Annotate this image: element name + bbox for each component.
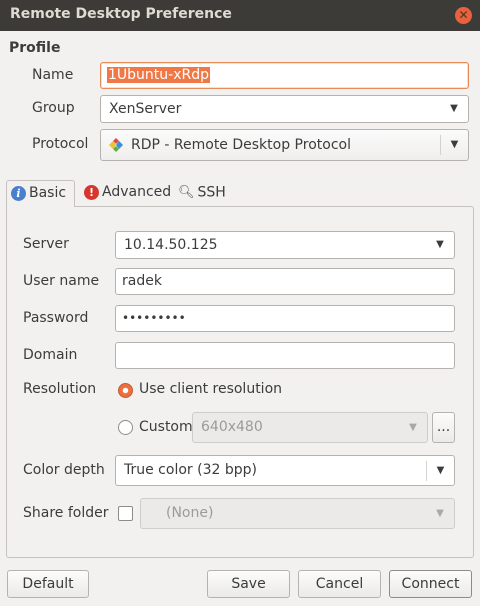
chevron-down-icon: ▼ (436, 508, 444, 519)
more-button-label: ... (436, 419, 451, 435)
name-label: Name (32, 67, 74, 83)
protocol-combo[interactable]: RDP - Remote Desktop Protocol ▼ (100, 129, 469, 161)
tab-advanced[interactable]: ! Advanced (80, 180, 175, 207)
resolution-custom-radio[interactable] (118, 420, 133, 435)
tab-basic-label: Basic (29, 185, 67, 201)
search-icon: 🔍︎ (178, 185, 195, 200)
username-label: User name (23, 273, 100, 289)
save-button-label: Save (231, 576, 266, 592)
default-button-label: Default (22, 576, 74, 592)
title-bar[interactable]: Remote Desktop Preference ✕ (0, 0, 480, 31)
username-field-value: radek (122, 273, 162, 289)
color-depth-label: Color depth (23, 462, 105, 478)
resolution-client-radio[interactable] (118, 383, 133, 398)
share-folder-label: Share folder (23, 505, 109, 521)
name-field-value: 1Ubuntu-xRdp (107, 67, 210, 83)
tab-ssh-label: SSH (197, 184, 226, 201)
password-field-value: ••••••••• (122, 311, 186, 325)
warning-icon: ! (84, 184, 99, 200)
resolution-custom-label[interactable]: Custom (139, 419, 193, 435)
cancel-button[interactable]: Cancel (298, 570, 381, 598)
rdp-protocol-icon (109, 138, 123, 152)
tab-advanced-label: Advanced (102, 184, 172, 200)
preference-window: Remote Desktop Preference ✕ Profile Name… (0, 0, 480, 606)
save-button[interactable]: Save (207, 570, 290, 598)
name-field[interactable]: 1Ubuntu-xRdp (100, 62, 469, 89)
tab-ssh[interactable]: 🔍︎ SSH (174, 180, 230, 207)
color-depth-combo[interactable]: True color (32 bpp) ▼ (115, 455, 455, 486)
custom-resolution-combo[interactable]: 640x480 ▼ (192, 412, 428, 443)
window-title: Remote Desktop Preference (10, 6, 232, 22)
server-label: Server (23, 236, 69, 252)
resolution-client-label[interactable]: Use client resolution (139, 381, 282, 397)
tab-basic[interactable]: i Basic (6, 180, 75, 207)
chevron-down-icon: ▼ (450, 103, 458, 114)
chevron-down-icon: ▼ (426, 461, 454, 481)
server-combo[interactable]: 10.14.50.125 ▼ (115, 231, 455, 259)
protocol-combo-value: RDP - Remote Desktop Protocol (131, 137, 351, 153)
password-field[interactable]: ••••••••• (115, 305, 455, 332)
custom-resolution-value: 640x480 (201, 419, 263, 435)
server-combo-value: 10.14.50.125 (124, 237, 218, 253)
resolution-label: Resolution (23, 381, 97, 397)
domain-label: Domain (23, 347, 78, 363)
domain-field[interactable] (115, 342, 455, 369)
chevron-down-icon: ▼ (409, 422, 417, 433)
chevron-down-icon: ▼ (436, 239, 444, 250)
password-label: Password (23, 310, 89, 326)
group-combo[interactable]: XenServer ▼ (100, 95, 469, 123)
share-folder-combo[interactable]: (None) ▼ (140, 498, 455, 529)
group-combo-value: XenServer (109, 101, 182, 117)
username-field[interactable]: radek (115, 268, 455, 295)
info-icon: i (11, 185, 26, 201)
protocol-label: Protocol (32, 136, 89, 152)
color-depth-value: True color (32 bpp) (124, 462, 257, 478)
custom-resolution-more-button[interactable]: ... (432, 412, 455, 443)
profile-section-title: Profile (9, 40, 61, 56)
connect-button[interactable]: Connect (389, 570, 472, 598)
default-button[interactable]: Default (7, 570, 89, 598)
share-folder-checkbox[interactable] (118, 506, 133, 521)
connect-button-label: Connect (401, 576, 460, 592)
group-label: Group (32, 100, 75, 116)
close-icon[interactable]: ✕ (455, 7, 472, 24)
cancel-button-label: Cancel (315, 576, 364, 592)
share-folder-value: (None) (166, 505, 214, 521)
chevron-down-icon: ▼ (440, 135, 468, 155)
